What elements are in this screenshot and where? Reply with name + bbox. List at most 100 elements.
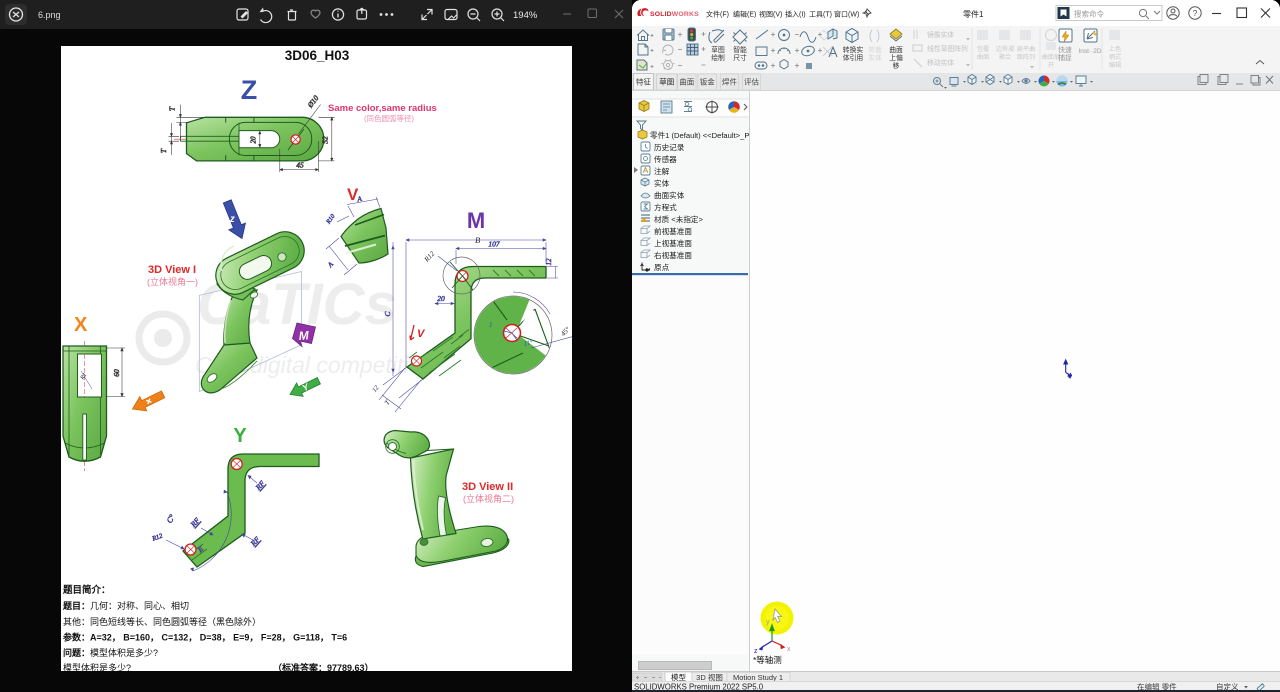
- svg-text:R12: R12: [150, 532, 164, 543]
- svg-text:194%: 194%: [513, 10, 538, 21]
- svg-text:60: 60: [112, 369, 121, 377]
- svg-text:上偏: 上偏: [889, 53, 903, 62]
- svg-text:绘制: 绘制: [711, 53, 725, 62]
- svg-text:12: 12: [371, 384, 381, 394]
- svg-text:(立体视角一): (立体视角一): [147, 276, 198, 287]
- svg-text:6.png: 6.png: [38, 10, 61, 20]
- svg-text:20: 20: [437, 294, 445, 303]
- svg-text:?: ?: [1193, 8, 1198, 18]
- svg-text:编辑: 编辑: [1109, 61, 1121, 69]
- svg-text:模型体积是多少?: 模型体积是多少?: [63, 662, 131, 671]
- svg-text:开: 开: [1048, 62, 1054, 69]
- svg-text:20: 20: [250, 136, 258, 144]
- svg-text:上视基准面: 上视基准面: [654, 238, 692, 248]
- svg-text:右视基准面: 右视基准面: [654, 250, 692, 260]
- svg-text:12: 12: [545, 258, 553, 266]
- svg-text:尺寸: 尺寸: [733, 53, 747, 62]
- svg-text:C°: C°: [165, 512, 177, 524]
- svg-text:RF: RF: [188, 516, 202, 530]
- svg-text:1: 1: [489, 321, 493, 329]
- svg-text:Inst··2D: Inst··2D: [1078, 48, 1101, 55]
- svg-text:题目：几何：对称、同心、相切: 题目：几何：对称、同心、相切: [62, 600, 189, 611]
- svg-text:其他：同色短线等长、同色圆弧等径（黑色除外）: 其他：同色短线等长、同色圆弧等径（黑色除外）: [63, 616, 261, 627]
- svg-text:参数：A=32， B=160， C=132， D: 参数：A=32， B=160， C=132， D=38， E=9， F=28， …: [63, 632, 347, 643]
- svg-text:扁平曲: 扁平曲: [1017, 45, 1036, 53]
- svg-text:智能: 智能: [733, 45, 747, 54]
- svg-text:前视基准面: 前视基准面: [654, 226, 692, 236]
- svg-text:柄式: 柄式: [1109, 53, 1121, 61]
- svg-text:工具(T): 工具(T): [809, 11, 832, 19]
- svg-text:焊件: 焊件: [722, 77, 737, 87]
- svg-text:M: M: [467, 208, 485, 233]
- svg-text:视图(V): 视图(V): [759, 10, 782, 19]
- svg-text:移动实体: 移动实体: [927, 58, 954, 67]
- svg-text:107: 107: [488, 240, 500, 249]
- svg-text:窗口(W): 窗口(W): [834, 10, 859, 19]
- svg-text:评估: 评估: [744, 77, 759, 87]
- svg-text:实体: 实体: [654, 178, 670, 188]
- svg-text:搜索命令: 搜索命令: [1074, 9, 1104, 19]
- svg-text:捕捉: 捕捉: [1058, 53, 1072, 62]
- svg-text:A: A: [325, 260, 335, 270]
- svg-text:曲面实体: 曲面实体: [654, 190, 685, 200]
- svg-text:RF: RF: [253, 479, 267, 493]
- svg-text:剪裁: 剪裁: [868, 45, 882, 54]
- svg-text:特征: 特征: [636, 77, 651, 87]
- svg-text:Same color,same radius: Same color,same radius: [328, 103, 437, 114]
- svg-text:历史记录: 历史记录: [654, 142, 685, 152]
- svg-text:曲面: 曲面: [679, 77, 694, 87]
- svg-text:z: z: [754, 648, 758, 655]
- svg-text:线性草图阵列: 线性草图阵列: [927, 44, 968, 53]
- svg-text:零件1: 零件1: [963, 9, 984, 19]
- svg-text:曲面: 曲面: [977, 53, 989, 61]
- svg-text:原点: 原点: [654, 263, 670, 272]
- svg-text:45°: 45°: [559, 325, 572, 338]
- svg-text:y: y: [766, 619, 770, 626]
- svg-text:RF: RF: [248, 535, 262, 549]
- svg-text:x: x: [787, 646, 791, 653]
- svg-text:聚合: 聚合: [999, 53, 1011, 61]
- svg-text:z: z: [229, 214, 235, 225]
- svg-text:(同色圆弧等径): (同色圆弧等径): [364, 113, 414, 123]
- svg-text:编辑(E): 编辑(E): [733, 10, 756, 19]
- svg-text:方程式: 方程式: [654, 202, 677, 212]
- svg-text:边界凝: 边界凝: [996, 45, 1015, 53]
- svg-text:V: V: [417, 328, 426, 340]
- svg-text:*等轴测: *等轴测: [753, 655, 782, 665]
- svg-text:文件(F): 文件(F): [706, 10, 729, 19]
- svg-text:（标准答案：97789.63）: （标准答案：97789.63）: [273, 662, 374, 671]
- svg-text:3D06_H03: 3D06_H03: [285, 48, 350, 63]
- svg-text:SOLIDWORKS: SOLIDWORKS: [650, 11, 699, 18]
- svg-text:Z: Z: [241, 75, 258, 105]
- svg-text:草图: 草图: [659, 77, 674, 87]
- svg-text:(立体视角二): (立体视角二): [463, 493, 514, 504]
- svg-text:T: T: [168, 106, 177, 111]
- svg-text:52: 52: [321, 136, 330, 144]
- svg-text:3D View I: 3D View I: [148, 264, 196, 276]
- svg-text:体引用: 体引用: [843, 53, 864, 62]
- svg-text:转换实: 转换实: [843, 45, 864, 54]
- svg-text:问题：模型体积是多少?: 问题：模型体积是多少?: [63, 647, 158, 658]
- svg-text:实体: 实体: [868, 53, 882, 62]
- svg-text:镜像实体: 镜像实体: [927, 30, 954, 39]
- svg-text:R10: R10: [324, 212, 337, 226]
- svg-text:题目简介：: 题目简介：: [63, 584, 111, 596]
- svg-text:曲面: 曲面: [889, 45, 903, 54]
- svg-text:X: X: [74, 314, 88, 336]
- svg-text:上色: 上色: [1109, 45, 1121, 53]
- svg-text:R12: R12: [422, 249, 437, 264]
- svg-text:T: T: [159, 148, 168, 153]
- svg-text:传感器: 传感器: [654, 154, 677, 164]
- svg-text:移: 移: [893, 61, 900, 70]
- svg-text:材质 <未指定>: 材质 <未指定>: [654, 214, 704, 224]
- svg-text:包覆: 包覆: [977, 45, 989, 53]
- svg-text:钣金: 钣金: [700, 77, 715, 87]
- svg-text:草图: 草图: [711, 45, 725, 54]
- svg-text:3D View II: 3D View II: [462, 481, 513, 493]
- svg-text:零件1 (Default) <<Default>_PH: 零件1 (Default) <<Default>_PH: [650, 130, 749, 140]
- svg-text:快速: 快速: [1058, 45, 1072, 54]
- svg-text:45: 45: [296, 160, 304, 169]
- svg-text:插入(I): 插入(I): [785, 10, 806, 19]
- svg-text:注解: 注解: [654, 166, 670, 176]
- svg-text:Y: Y: [233, 425, 247, 447]
